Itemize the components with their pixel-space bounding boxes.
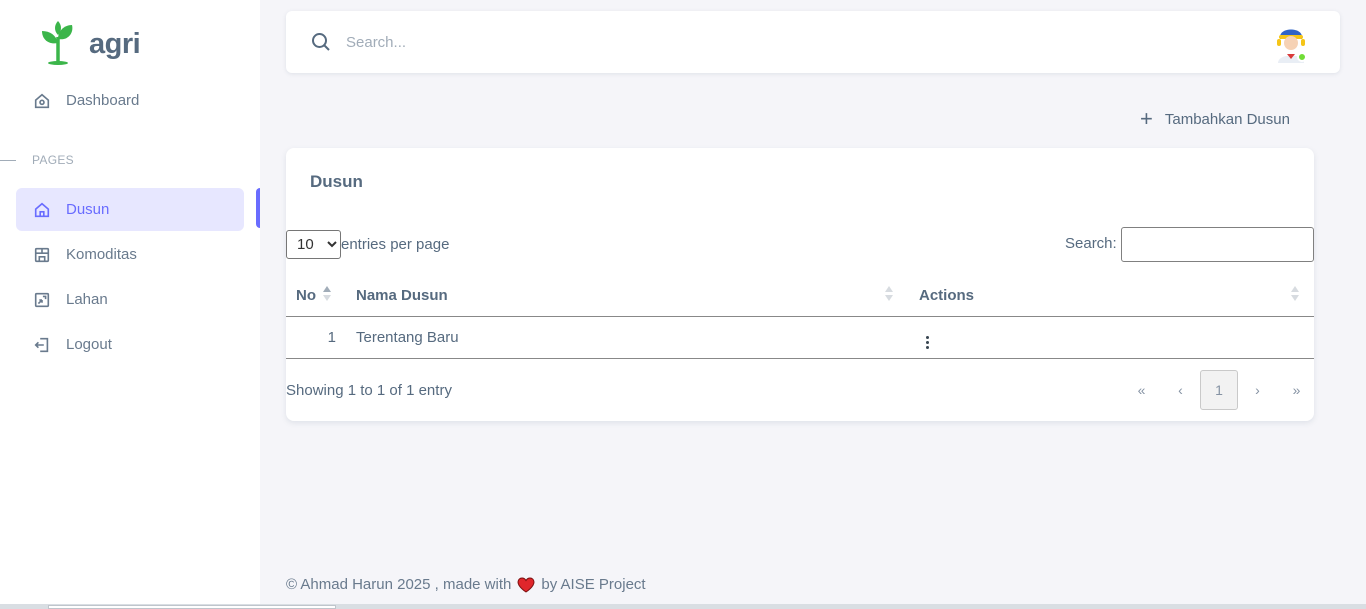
scrollbar-thumb[interactable] (48, 605, 336, 609)
home-icon (32, 200, 52, 220)
footer: © Ahmad Harun 2025 , made with by AISE P… (286, 576, 646, 593)
sidebar: agri Dashboard PAGES Dusun Komoditas Lah… (0, 0, 260, 609)
horizontal-scrollbar[interactable] (0, 604, 1366, 609)
table-info: Showing 1 to 1 of 1 entry (286, 382, 452, 399)
brand[interactable]: agri (38, 19, 141, 70)
table-header-row: No Nama Dusun Actions (286, 276, 1314, 317)
sidebar-item-dusun[interactable]: Dusun (16, 188, 244, 231)
sprout-icon (38, 19, 78, 70)
active-indicator (256, 188, 260, 228)
menu-section-header: PAGES (0, 152, 74, 168)
column-header-nama-dusun[interactable]: Nama Dusun (346, 276, 909, 317)
sidebar-item-logout[interactable]: Logout (16, 323, 244, 366)
prev-page-button[interactable]: ‹ (1161, 370, 1200, 410)
footer-text: © Ahmad Harun 2025 , made with (286, 576, 512, 593)
column-header-label: No (296, 287, 316, 305)
add-dusun-label: Tambahkan Dusun (1164, 110, 1290, 128)
sidebar-item-lahan[interactable]: Lahan (16, 278, 244, 321)
dusun-card: Dusun 10 entries per page Search: No Nam… (286, 148, 1314, 421)
sidebar-item-komoditas[interactable]: Komoditas (16, 233, 244, 276)
more-vertical-icon[interactable] (926, 335, 929, 349)
column-header-label: Nama Dusun (356, 287, 448, 305)
sidebar-item-dashboard[interactable]: Dashboard (16, 79, 244, 122)
cell-no: 1 (286, 316, 346, 359)
add-dusun-button[interactable]: + Tambahkan Dusun (1140, 104, 1290, 134)
menu-section-label: PAGES (32, 153, 74, 167)
cell-actions (909, 316, 1314, 359)
sidebar-item-label: Komoditas (66, 246, 137, 263)
dusun-table: No Nama Dusun Actions 1 Terentang Baru (286, 276, 1314, 359)
top-navbar (286, 11, 1340, 73)
heart-icon (517, 576, 535, 593)
sort-icon (1291, 286, 1299, 301)
cell-nama-dusun: Terentang Baru (346, 316, 909, 359)
home-icon (32, 91, 52, 111)
table-row: 1 Terentang Baru (286, 316, 1314, 359)
map-icon (32, 290, 52, 310)
divider (0, 159, 16, 161)
first-page-button[interactable]: « (1122, 370, 1161, 410)
footer-credit: by AISE Project (541, 576, 646, 593)
brand-name: agri (89, 27, 141, 60)
search-icon (310, 31, 332, 53)
sidebar-item-label: Dashboard (66, 92, 140, 109)
sidebar-item-label: Lahan (66, 291, 108, 308)
pagination: « ‹ 1 › » (1122, 370, 1316, 410)
entries-per-page-select[interactable]: 10 (286, 230, 341, 259)
online-status-dot (1297, 52, 1307, 62)
sidebar-item-label: Dusun (66, 201, 110, 218)
table-search-input[interactable] (1121, 227, 1314, 262)
sort-icon (885, 286, 893, 301)
search-input[interactable] (346, 27, 746, 57)
column-header-no[interactable]: No (286, 276, 346, 317)
page-button-current[interactable]: 1 (1200, 370, 1238, 410)
card-title: Dusun (310, 172, 363, 191)
sort-icon (323, 286, 331, 301)
table-search-label: Search: (1065, 235, 1117, 252)
last-page-button[interactable]: » (1277, 370, 1316, 410)
plus-icon: + (1140, 106, 1153, 131)
sidebar-item-label: Logout (66, 336, 112, 353)
next-page-button[interactable]: › (1238, 370, 1277, 410)
logout-icon (32, 335, 52, 355)
column-header-label: Actions (919, 287, 975, 305)
column-header-actions[interactable]: Actions (909, 276, 1314, 317)
store-icon (32, 245, 52, 265)
entries-label: entries per page (341, 236, 450, 253)
